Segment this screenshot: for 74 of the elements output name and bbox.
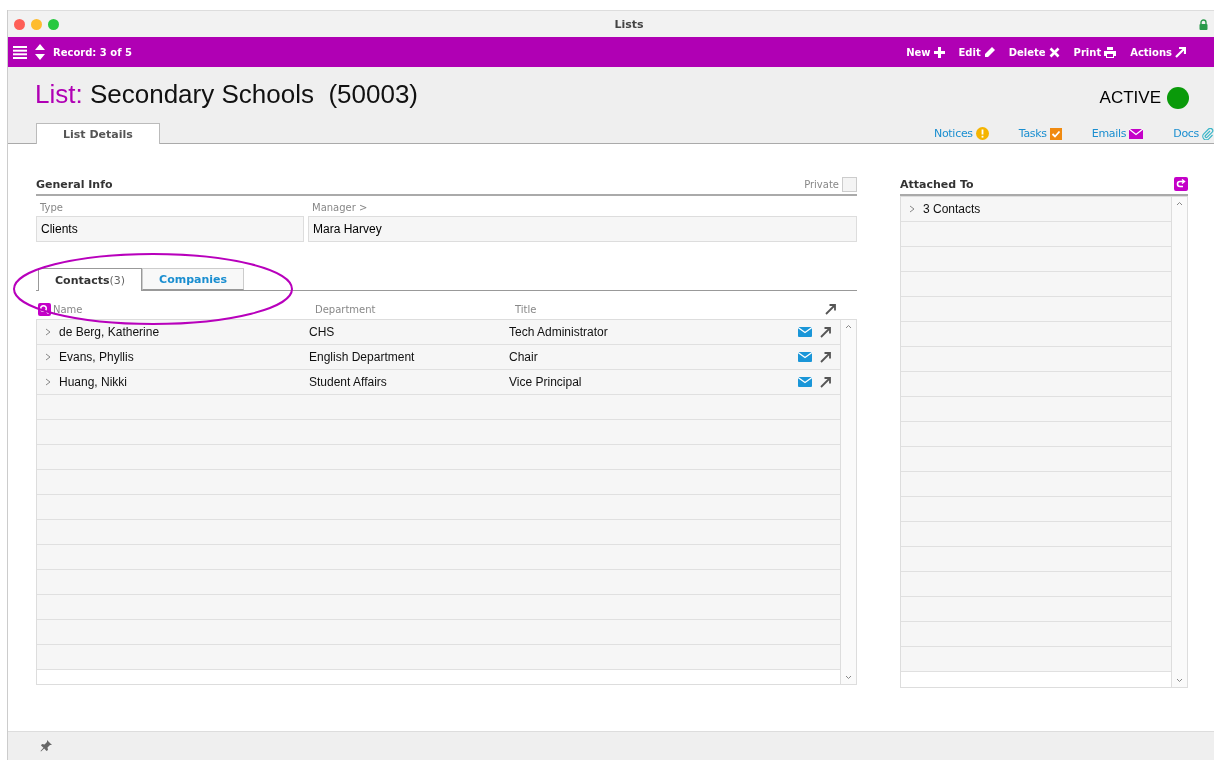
table-cell-text: Huang, Nikki <box>59 375 129 389</box>
scroll-up-icon[interactable] <box>845 324 852 329</box>
table-cell-text: de Berg, Katherine <box>59 325 161 339</box>
scroll-up-icon[interactable] <box>1176 201 1183 206</box>
record-title: List: Secondary Schools (50003) <box>35 79 418 110</box>
expand-arrow-icon[interactable] <box>825 303 837 315</box>
cross-icon <box>1048 46 1060 58</box>
toolbar-button[interactable]: New <box>906 46 945 58</box>
close-button[interactable] <box>14 18 25 30</box>
record-counter: Record: 3 of 5 <box>53 46 132 58</box>
paperclip-icon <box>1202 127 1214 140</box>
table-cell-text: Tech Administrator <box>509 325 609 339</box>
envelope-icon <box>1129 128 1144 139</box>
chevron-icon[interactable] <box>45 378 51 386</box>
column-header[interactable]: Department <box>315 303 515 315</box>
toolbar-button[interactable]: Delete <box>1008 46 1060 58</box>
column-header[interactable]: Name <box>53 303 315 315</box>
table-cell-text: CHS <box>309 325 336 339</box>
link[interactable]: Docs <box>1173 127 1214 140</box>
checkbox-icon <box>1049 127 1062 140</box>
scrollbar[interactable] <box>840 320 856 684</box>
table-cell-text: Student Affairs <box>309 375 388 389</box>
table-row[interactable]: de Berg, Katherine CHS Tech Administrator <box>37 320 840 345</box>
scroll-down-icon[interactable] <box>1176 678 1183 683</box>
section-title: General Info <box>36 177 113 191</box>
share-icon[interactable] <box>1174 177 1188 191</box>
plus-icon <box>933 46 945 58</box>
table-cell-text: Evans, Phyllis <box>59 350 135 364</box>
table-cell-text: English Department <box>309 350 416 364</box>
field-label: Manager > <box>311 202 369 213</box>
exclamation-icon <box>975 127 989 140</box>
link[interactable]: Emails <box>1091 127 1144 140</box>
toolbar-button[interactable]: Print <box>1073 46 1117 58</box>
link[interactable]: Tasks <box>1018 127 1062 140</box>
open-arrow-icon[interactable] <box>820 326 832 338</box>
chevron-icon[interactable] <box>909 205 915 213</box>
diagonal-arrow-icon <box>1175 46 1186 58</box>
status-label: ACTIVE <box>1099 87 1161 108</box>
open-arrow-icon[interactable] <box>820 376 832 388</box>
email-icon[interactable] <box>798 377 812 387</box>
table-row[interactable]: Evans, Phyllis English Department Chair <box>37 345 840 370</box>
input-field[interactable]: Mara Harvey <box>308 216 857 242</box>
column-header[interactable]: Title <box>515 303 825 315</box>
toolbar-button[interactable]: Actions <box>1130 46 1186 58</box>
table-row[interactable]: Huang, Nikki Student Affairs Vice Principal <box>37 370 840 395</box>
lock-icon <box>1199 18 1208 30</box>
section-title: Attached To <box>900 177 974 191</box>
sort-arrows-icon[interactable] <box>35 44 45 60</box>
toolbar-button[interactable]: Edit <box>958 46 995 58</box>
checkbox-label: Private <box>804 178 839 190</box>
input-field[interactable]: Clients <box>36 216 304 242</box>
email-icon[interactable] <box>798 352 812 362</box>
pencil-icon <box>983 46 995 58</box>
menu-icon[interactable] <box>13 45 27 59</box>
window-title: Lists <box>613 17 645 31</box>
printer-icon <box>1104 46 1117 58</box>
pin-icon[interactable] <box>40 740 52 752</box>
email-icon[interactable] <box>798 327 812 337</box>
private-checkbox[interactable] <box>842 176 857 192</box>
table-cell-text: Vice Principal <box>509 375 583 389</box>
zoom-button[interactable] <box>48 18 59 30</box>
list-item[interactable]: 3 Contacts <box>923 202 981 216</box>
list-row[interactable]: 3 Contacts <box>901 197 1171 222</box>
chevron-icon[interactable] <box>45 353 51 361</box>
field-label: Type <box>39 202 64 213</box>
open-arrow-icon[interactable] <box>820 351 832 363</box>
chevron-icon[interactable] <box>45 328 51 336</box>
tab[interactable]: Contacts(3) <box>38 268 143 291</box>
scroll-down-icon[interactable] <box>845 675 852 680</box>
table-cell-text: Chair <box>509 350 539 364</box>
tab[interactable]: List Details <box>36 123 160 144</box>
tab[interactable]: Companies <box>142 268 245 290</box>
link[interactable]: Notices <box>934 127 989 140</box>
scrollbar[interactable] <box>1171 197 1187 687</box>
